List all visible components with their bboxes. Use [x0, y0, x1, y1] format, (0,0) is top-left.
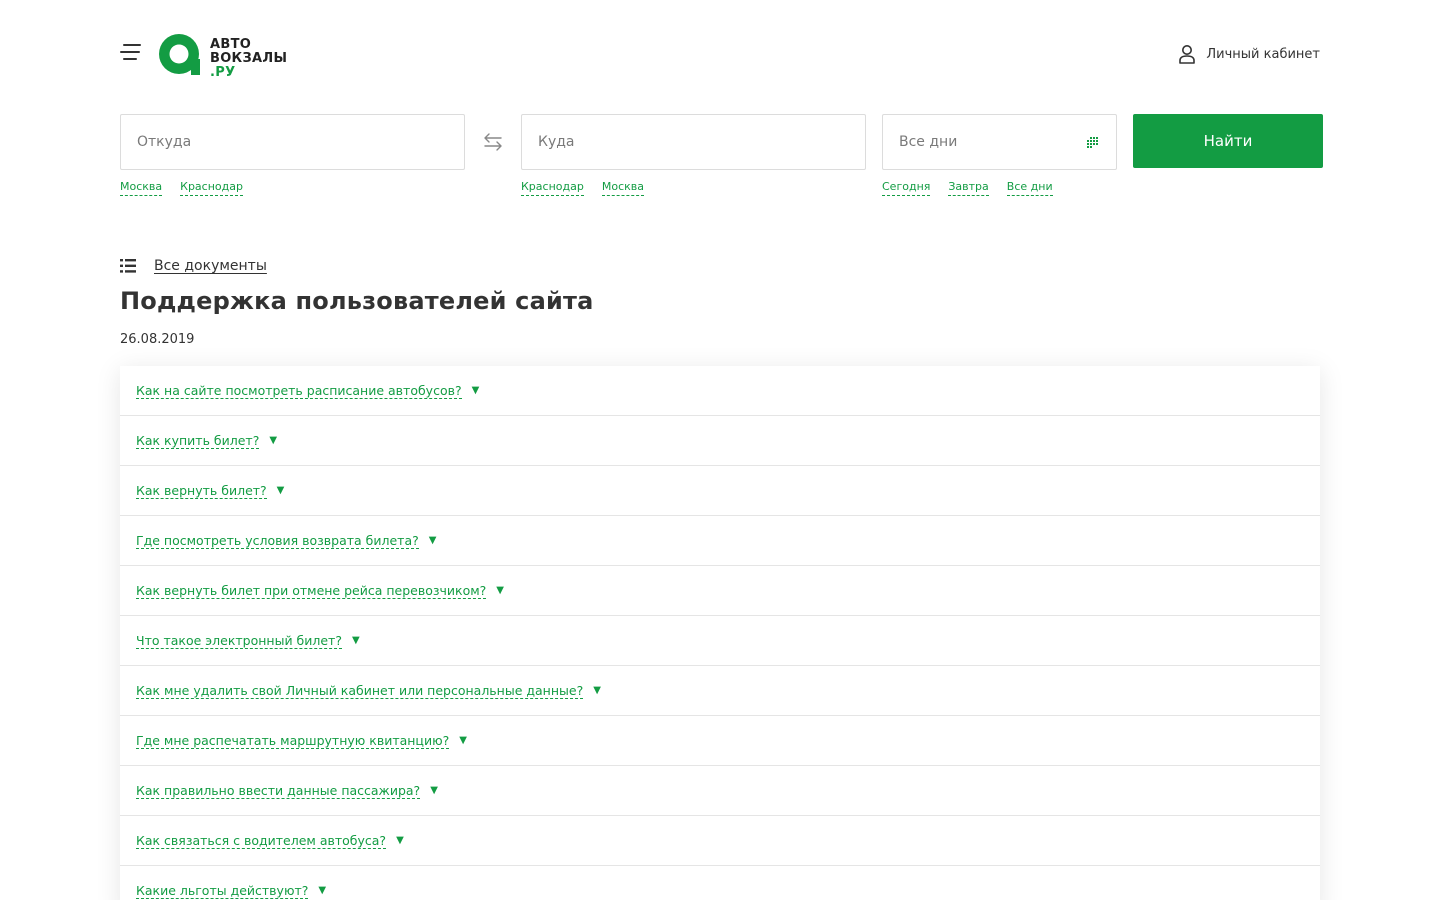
page-date: 26.08.2019: [120, 332, 195, 347]
logo-line-1: АВТО: [210, 37, 252, 52]
quick-to-link[interactable]: Москва: [601, 180, 644, 196]
personal-cabinet-link[interactable]: Личный кабинет: [1178, 43, 1320, 65]
faq-item[interactable]: Как на сайте посмотреть расписание автоб…: [120, 366, 1320, 416]
faq-question[interactable]: Что такое электронный билет?: [136, 633, 342, 649]
faq-question[interactable]: Где посмотреть условия возврата билета?: [136, 533, 419, 549]
site-logo[interactable]: АВТО ВОКЗАЛЫ .РУ: [158, 33, 298, 80]
faq-question[interactable]: Как на сайте посмотреть расписание автоб…: [136, 383, 462, 399]
faq-question[interactable]: Где мне распечатать маршрутную квитанцию…: [136, 733, 450, 749]
faq-item[interactable]: Как связаться с водителем автобуса? ▼: [120, 816, 1320, 866]
faq-list: Как на сайте посмотреть расписание автоб…: [120, 366, 1320, 900]
logo-line-3: .РУ: [210, 65, 236, 80]
faq-item[interactable]: Как вернуть билет при отмене рейса перев…: [120, 566, 1320, 616]
faq-question[interactable]: Как вернуть билет при отмене рейса перев…: [136, 583, 487, 599]
quick-date-link[interactable]: Сегодня: [882, 180, 931, 196]
all-documents-link[interactable]: Все документы: [120, 258, 267, 274]
page-title: Поддержка пользователей сайта: [120, 287, 594, 315]
calendar-grid-icon[interactable]: [1086, 137, 1100, 148]
faq-item[interactable]: Где посмотреть условия возврата билета? ▼: [120, 516, 1320, 566]
date-input[interactable]: [883, 115, 1116, 169]
quick-to-link[interactable]: Краснодар: [521, 180, 584, 196]
quick-date-link[interactable]: Завтра: [948, 180, 989, 196]
faq-item[interactable]: Как вернуть билет? ▼: [120, 466, 1320, 516]
triangle-down-icon[interactable]: ▼: [472, 385, 480, 396]
faq-item[interactable]: Как мне удалить свой Личный кабинет или …: [120, 666, 1320, 716]
to-input[interactable]: [522, 115, 865, 169]
to-quick-links: Краснодар Москва: [521, 180, 644, 196]
list-icon: [120, 259, 136, 273]
from-input[interactable]: [121, 115, 464, 169]
date-quick-links: Сегодня Завтра Все дни: [882, 180, 1053, 196]
swap-arrows-icon[interactable]: [481, 132, 505, 152]
logo-text: АВТО ВОКЗАЛЫ .РУ: [210, 38, 287, 80]
triangle-down-icon[interactable]: ▼: [277, 485, 285, 496]
personal-cabinet-label: Личный кабинет: [1206, 46, 1320, 62]
logo-line-2: ВОКЗАЛЫ: [210, 51, 288, 66]
hamburger-icon[interactable]: [120, 44, 144, 62]
triangle-down-icon[interactable]: ▼: [496, 585, 504, 596]
faq-question[interactable]: Как мне удалить свой Личный кабинет или …: [136, 683, 584, 699]
triangle-down-icon[interactable]: ▼: [318, 885, 326, 896]
triangle-down-icon[interactable]: ▼: [593, 685, 601, 696]
quick-from-link[interactable]: Краснодар: [180, 180, 243, 196]
triangle-down-icon[interactable]: ▼: [352, 635, 360, 646]
faq-question[interactable]: Какие льготы действуют?: [136, 883, 309, 899]
triangle-down-icon[interactable]: ▼: [459, 735, 467, 746]
faq-item[interactable]: Что такое электронный билет? ▼: [120, 616, 1320, 666]
date-field[interactable]: [882, 114, 1117, 170]
triangle-down-icon[interactable]: ▼: [429, 535, 437, 546]
faq-item[interactable]: Как правильно ввести данные пассажира? ▼: [120, 766, 1320, 816]
faq-item[interactable]: Где мне распечатать маршрутную квитанцию…: [120, 716, 1320, 766]
faq-item[interactable]: Как купить билет? ▼: [120, 416, 1320, 466]
faq-item[interactable]: Какие льготы действуют? ▼: [120, 866, 1320, 900]
faq-question[interactable]: Как правильно ввести данные пассажира?: [136, 783, 421, 799]
faq-question[interactable]: Как купить билет?: [136, 433, 260, 449]
faq-question[interactable]: Как связаться с водителем автобуса?: [136, 833, 387, 849]
all-documents-label: Все документы: [154, 258, 267, 274]
user-icon: [1179, 45, 1196, 64]
faq-question[interactable]: Как вернуть билет?: [136, 483, 267, 499]
quick-from-link[interactable]: Москва: [120, 180, 163, 196]
from-quick-links: Москва Краснодар: [120, 180, 243, 196]
from-field[interactable]: [120, 114, 465, 170]
triangle-down-icon[interactable]: ▼: [396, 835, 404, 846]
search-button[interactable]: Найти: [1133, 114, 1323, 168]
to-field[interactable]: [521, 114, 866, 170]
logo-mark-icon: [159, 34, 200, 75]
quick-date-link[interactable]: Все дни: [1006, 180, 1053, 196]
triangle-down-icon[interactable]: ▼: [269, 435, 277, 446]
site-header: АВТО ВОКЗАЛЫ .РУ Личный кабинет: [0, 0, 1440, 100]
triangle-down-icon[interactable]: ▼: [430, 785, 438, 796]
